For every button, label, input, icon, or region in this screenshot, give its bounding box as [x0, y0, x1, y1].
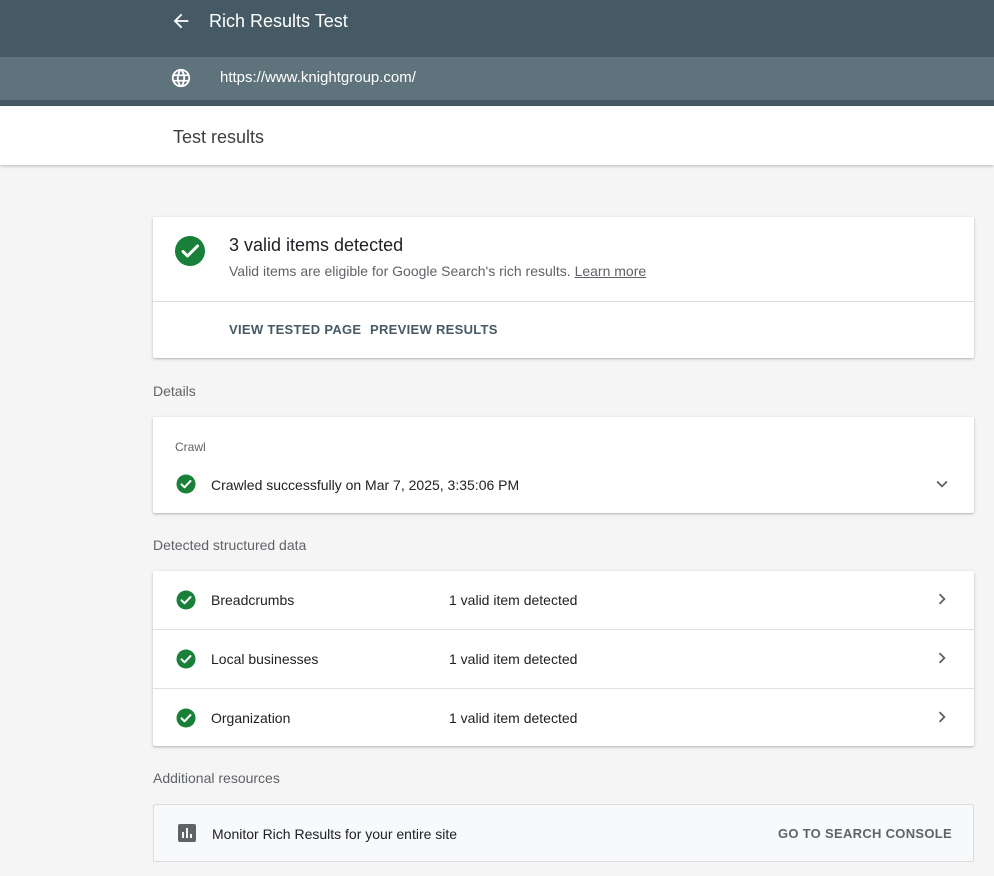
url-bar	[0, 57, 994, 100]
summary-description: Valid items are eligible for Google Sear…	[229, 263, 646, 280]
structured-data-row-breadcrumbs[interactable]: Breadcrumbs 1 valid item detected	[153, 571, 974, 629]
check-circle-icon	[176, 708, 196, 728]
search-console-card: Monitor Rich Results for your entire sit…	[153, 804, 974, 862]
bar-chart-icon	[178, 824, 196, 842]
app-header: Rich Results Test	[0, 0, 994, 57]
structured-data-name: Organization	[211, 710, 291, 726]
view-tested-page-button[interactable]: VIEW TESTED PAGE	[229, 322, 361, 338]
structured-data-name: Breadcrumbs	[211, 592, 295, 608]
crawl-card[interactable]: Crawl Crawled successfully on Mar 7, 202…	[153, 417, 974, 513]
details-section-label: Details	[153, 383, 196, 399]
page-title: Test results	[173, 127, 265, 147]
chevron-right-icon	[938, 652, 946, 664]
arrow-left-icon[interactable]	[170, 10, 192, 32]
chevron-right-icon	[938, 711, 946, 723]
chevron-down-icon[interactable]	[931, 473, 953, 495]
structured-data-status: 1 valid item detected	[449, 592, 578, 608]
summary-card: 3 valid items detected Valid items are e…	[153, 217, 974, 358]
check-circle-icon	[176, 649, 196, 669]
summary-title: 3 valid items detected	[229, 235, 404, 255]
structured-data-name: Local businesses	[211, 651, 319, 667]
app-title: Rich Results Test	[209, 11, 348, 31]
divider	[153, 301, 974, 302]
summary-description-text: Valid items are eligible for Google Sear…	[229, 263, 571, 279]
tested-url: https://www.knightgroup.com/	[220, 69, 416, 86]
crawl-status: Crawled successfully on Mar 7, 2025, 3:3…	[211, 477, 520, 493]
structured-data-section-label: Detected structured data	[153, 537, 307, 553]
check-circle-icon	[176, 474, 196, 494]
structured-data-row-organization[interactable]: Organization 1 valid item detected	[153, 688, 974, 746]
structured-data-card: Breadcrumbs 1 valid item detected Local …	[153, 571, 974, 746]
check-circle-icon	[175, 236, 205, 266]
learn-more-link[interactable]: Learn more	[575, 263, 647, 279]
monitor-text: Monitor Rich Results for your entire sit…	[212, 826, 458, 842]
structured-data-status: 1 valid item detected	[449, 710, 578, 726]
chevron-right-icon	[938, 593, 946, 605]
additional-resources-label: Additional resources	[153, 770, 280, 786]
structured-data-status: 1 valid item detected	[449, 651, 578, 667]
structured-data-row-local-businesses[interactable]: Local businesses 1 valid item detected	[153, 629, 974, 687]
preview-results-button[interactable]: PREVIEW RESULTS	[370, 322, 498, 338]
check-circle-icon	[176, 590, 196, 610]
results-header: Test results	[0, 106, 994, 165]
go-to-search-console-button[interactable]: GO TO SEARCH CONSOLE	[778, 826, 952, 842]
globe-icon	[171, 68, 191, 88]
crawl-label: Crawl	[175, 440, 206, 454]
